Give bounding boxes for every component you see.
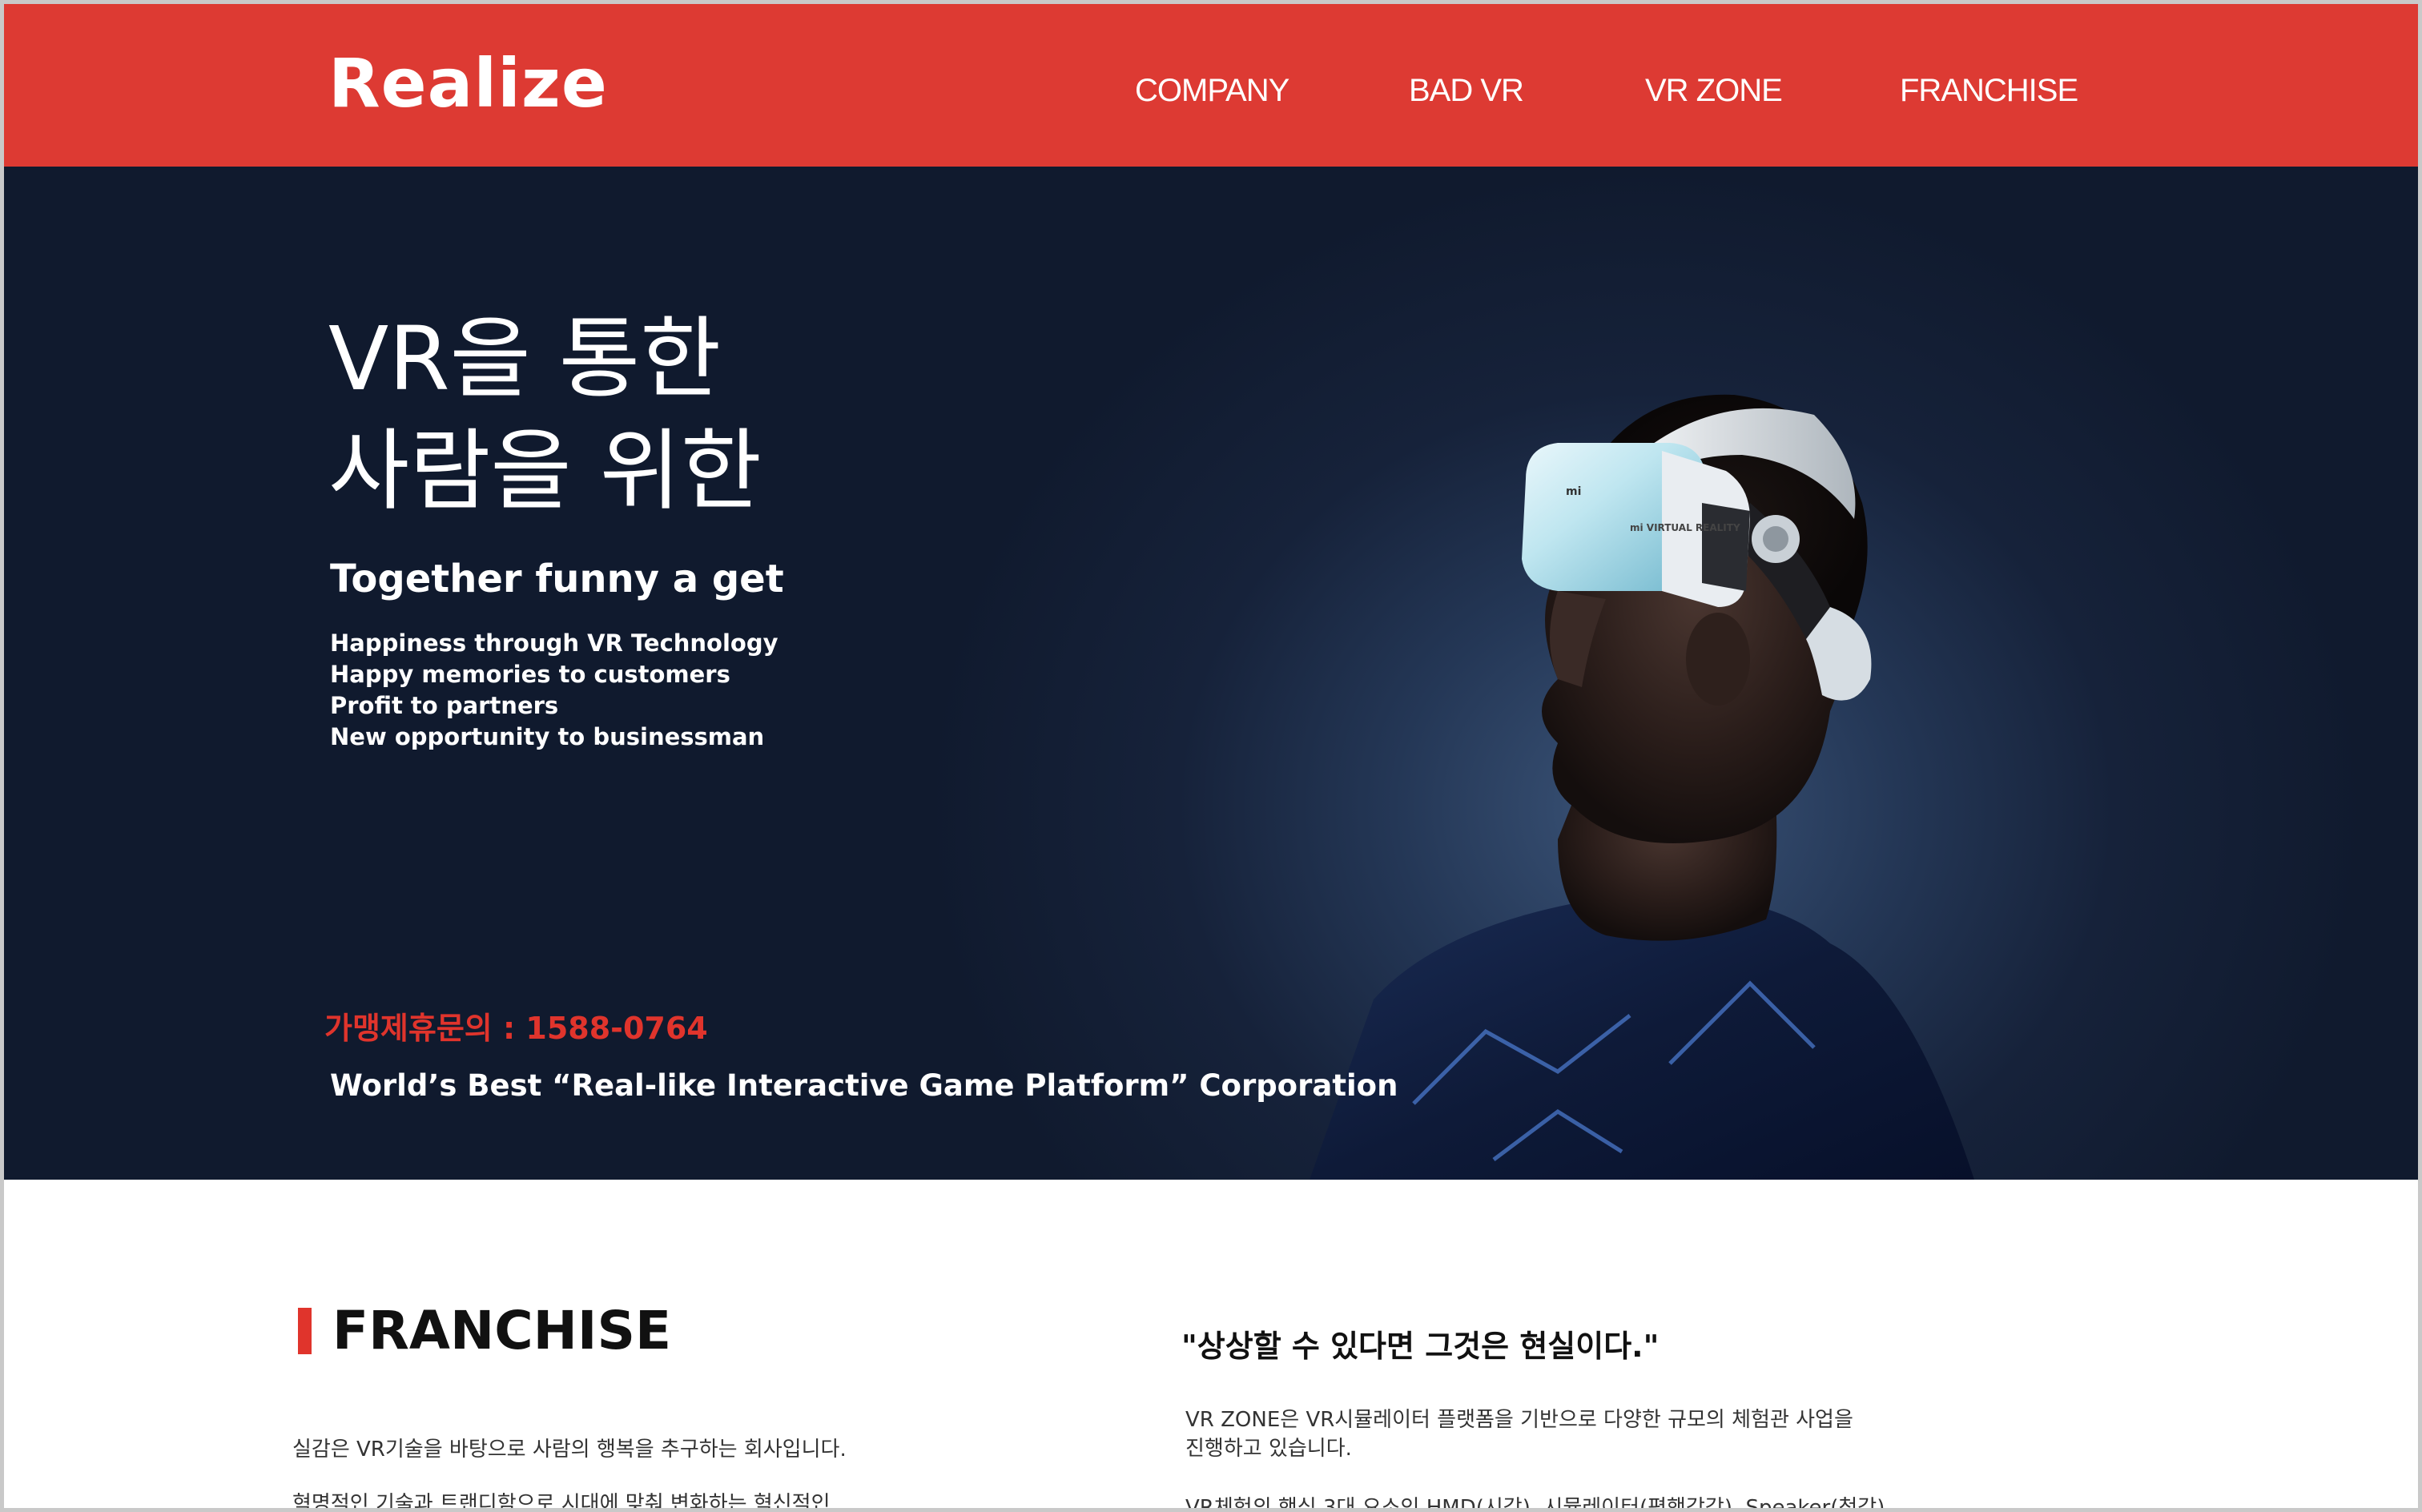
vr-zone-description: VR ZONE은 VR시뮬레이터 플랫폼을 기반으로 다양한 규모의 체험관 사… <box>1185 1405 1885 1508</box>
hero-tagline: World’s Best “Real-like Interactive Game… <box>330 1068 1398 1103</box>
site-logo[interactable]: Realize <box>328 39 608 127</box>
intro-paragraph: 실감은 VR기술을 바탕으로 사람의 행복을 추구하는 회사입니다. <box>292 1438 847 1462</box>
hero-subtitle: Together funny a get <box>330 557 784 601</box>
site-header: Realize COMPANY BAD VR VR ZONE FRANCHISE <box>4 4 2418 167</box>
description-line: VR ZONE은 VR시뮬레이터 플랫폼을 기반으로 다양한 규모의 체험관 사… <box>1185 1408 1853 1432</box>
intro-paragraph: 혁명적인 기술과 트랜디함으로 시대에 맞춰 변화하는 혁신적인 <box>292 1492 831 1508</box>
hero-value-list: Happiness through VR Technology Happy me… <box>330 628 778 753</box>
description-paragraph: VR ZONE은 VR시뮬레이터 플랫폼을 기반으로 다양한 규모의 체험관 사… <box>1185 1405 1885 1463</box>
nav-item-franchise[interactable]: FRANCHISE <box>1900 66 2078 115</box>
nav-item-vr-zone[interactable]: VR ZONE <box>1645 66 1783 115</box>
section-accent-bar <box>298 1308 312 1354</box>
hero-value-line: New opportunity to businessman <box>330 723 765 750</box>
franchise-contact-phone: 가맹제휴문의 : 1588-0764 <box>324 1011 708 1046</box>
hero-value-line: Happy memories to customers <box>330 661 730 688</box>
hero-banner: mi mi VIRTUAL REALITY VR을 통한 사람을 위한 Toge… <box>4 167 2418 1180</box>
nav-item-bad-vr[interactable]: BAD VR <box>1409 66 1524 115</box>
hero-title: VR을 통한 사람을 위한 <box>328 303 762 527</box>
hero-title-line-2: 사람을 위한 <box>328 420 762 522</box>
section-title: FRANCHISE <box>332 1300 672 1361</box>
hero-image: mi mi VIRTUAL REALITY <box>1310 394 1974 1180</box>
hero-value-line: Profit to partners <box>330 692 559 719</box>
nav-item-company[interactable]: COMPANY <box>1135 66 1289 115</box>
description-paragraph: VR체험의 핵심 3대 요소인 HMD(시각), 시뮬레이터(평행감각), Sp… <box>1185 1496 1885 1508</box>
franchise-section: FRANCHISE 실감은 VR기술을 바탕으로 사람의 행복을 추구하는 회사… <box>4 1180 2418 1508</box>
description-line: 진행하고 있습니다. <box>1185 1437 1352 1461</box>
franchise-intro: 실감은 VR기술을 바탕으로 사람의 행복을 추구하는 회사입니다. 혁명적인 … <box>292 1434 847 1508</box>
page-frame: Realize COMPANY BAD VR VR ZONE FRANCHISE <box>4 4 2418 1508</box>
hero-value-line: Happiness through VR Technology <box>330 629 778 657</box>
svg-text:mi VIRTUAL REALITY: mi VIRTUAL REALITY <box>1630 522 1740 533</box>
svg-text:mi: mi <box>1566 485 1581 498</box>
franchise-quote: "상상할 수 있다면 그것은 현실이다." <box>1181 1329 1660 1364</box>
hero-title-line-1: VR을 통한 <box>328 308 722 410</box>
